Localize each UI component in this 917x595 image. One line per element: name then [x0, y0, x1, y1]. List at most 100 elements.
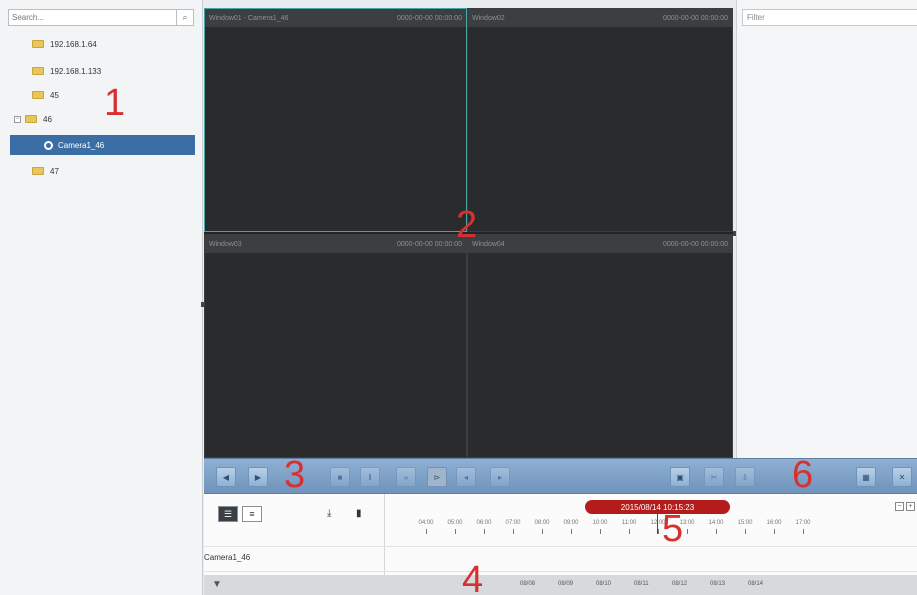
slow-icon[interactable]: ‖	[360, 467, 380, 487]
clip-icon[interactable]: ✂	[704, 467, 724, 487]
timeline-mode-button[interactable]: ☰	[218, 506, 238, 522]
frame-forward-icon[interactable]: ▸	[490, 467, 510, 487]
play-icon[interactable]: ▶	[248, 467, 268, 487]
single-frame-icon[interactable]: ⊳	[427, 467, 447, 487]
hour-label: 08:00	[534, 520, 550, 526]
bookmark-icon[interactable]: ▮	[356, 508, 362, 519]
collapse-icon[interactable]: −	[14, 115, 21, 123]
video-window-2[interactable]: Window02 0000-00-00 00:00:00	[467, 8, 733, 232]
date-label[interactable]: 08/09	[558, 581, 573, 587]
video-window-3[interactable]: Window03 0000-00-00 00:00:00	[204, 234, 467, 458]
annotation-marker-5: 5	[662, 508, 684, 550]
device-tree-panel: ⌕ 192.168.1.64 192.168.1.133 45 − 46 Cam…	[0, 0, 203, 595]
annotation-marker-1: 1	[104, 82, 126, 124]
playback-toolbar: ◀ ▶ 3 ■ ‖ » ⊳ ◂ ▸ ▣ ✂ ⇩ 6 ▦ ✕	[204, 454, 917, 496]
zoom-out-icon[interactable]: −	[895, 502, 904, 511]
hour-label: 06:00	[476, 520, 492, 526]
tree-item-device-3[interactable]: 45	[32, 86, 59, 104]
hour-tick	[629, 529, 630, 534]
tree-item-device-2[interactable]: 192.168.1.133	[32, 62, 101, 80]
hour-tick	[658, 529, 659, 534]
search-input[interactable]	[9, 10, 176, 25]
hour-label: 09:00	[563, 520, 579, 526]
search-icon[interactable]: ⌕	[176, 10, 193, 25]
date-bar: ▼ 08/08 08/09 08/10 08/11 08/12 08/13 08…	[204, 561, 917, 595]
window-title: Window02	[472, 14, 505, 22]
window-title-bar: Window01 - Camera1_46 0000-00-00 00:00:0…	[205, 9, 466, 27]
hour-tick	[542, 529, 543, 534]
folder-icon	[32, 40, 44, 48]
date-label[interactable]: 08/13	[710, 581, 725, 587]
close-icon[interactable]: ✕	[892, 467, 912, 487]
frame-back-icon[interactable]: ◂	[456, 467, 476, 487]
tree-item-label: 192.168.1.64	[50, 39, 97, 49]
hour-label: 16:00	[766, 520, 782, 526]
annotation-marker-6: 6	[792, 454, 814, 496]
folder-icon	[32, 67, 44, 75]
tree-item-label: 45	[50, 90, 59, 100]
folder-icon	[32, 91, 44, 99]
hour-label: 11:00	[621, 520, 637, 526]
hour-tick	[803, 529, 804, 534]
date-label[interactable]: 08/12	[672, 581, 687, 587]
tree-item-device-1[interactable]: 192.168.1.64	[32, 35, 97, 53]
tree-item-label: 192.168.1.133	[50, 66, 102, 76]
annotation-marker-4: 4	[462, 559, 484, 595]
window-title: Window01 - Camera1_46	[209, 14, 289, 22]
capture-icon[interactable]: ▣	[670, 467, 690, 487]
date-label[interactable]: 08/08	[520, 581, 535, 587]
annotation-marker-3: 3	[284, 454, 306, 496]
hour-label: 05:00	[447, 520, 463, 526]
hour-label: 14:00	[708, 520, 724, 526]
rewind-icon[interactable]: ◀	[216, 467, 236, 487]
annotation-marker-2: 2	[456, 204, 478, 246]
date-label[interactable]: 08/14	[748, 581, 763, 587]
hour-tick	[484, 529, 485, 534]
playback-window: ⌕ 192.168.1.64 192.168.1.133 45 − 46 Cam…	[0, 0, 917, 595]
list-mode-button[interactable]: ≡	[242, 506, 262, 522]
video-display-area: Window01 - Camera1_46 0000-00-00 00:00:0…	[204, 8, 733, 458]
hour-tick	[745, 529, 746, 534]
stop-icon[interactable]: ■	[330, 467, 350, 487]
window-title-bar: Window03 0000-00-00 00:00:00	[205, 235, 466, 253]
filter-icon[interactable]: ▼	[212, 579, 222, 590]
layout-icon[interactable]: ▦	[856, 467, 876, 487]
zoom-in-icon[interactable]: +	[906, 502, 915, 511]
folder-icon	[32, 167, 44, 175]
hour-tick	[513, 529, 514, 534]
date-label[interactable]: 08/11	[634, 581, 649, 587]
video-window-4[interactable]: Window04 0000-00-00 00:00:00	[467, 234, 733, 458]
hour-label: 10:00	[592, 520, 608, 526]
window-title-bar: Window04 0000-00-00 00:00:00	[468, 235, 732, 253]
video-window-1[interactable]: Window01 - Camera1_46 0000-00-00 00:00:0…	[204, 8, 467, 232]
hour-tick	[600, 529, 601, 534]
hour-label: 04:00	[418, 520, 434, 526]
tree-item-device-5[interactable]: 47	[32, 162, 59, 180]
fast-icon[interactable]: »	[396, 467, 416, 487]
right-panel: Filter	[736, 0, 917, 458]
timeline-panel: ☰ ≡ ⤓ ▮ Camera1_46 2015/08/14 10:15:23 0…	[204, 494, 917, 595]
window-time: 0000-00-00 00:00:00	[397, 240, 462, 248]
hour-label: 17:00	[795, 520, 811, 526]
hour-tick	[571, 529, 572, 534]
tree-item-label: 47	[50, 166, 59, 176]
tree-item-device-4[interactable]: − 46	[14, 110, 52, 128]
filter-input[interactable]: Filter	[742, 9, 917, 26]
download-icon[interactable]: ⇩	[735, 467, 755, 487]
hour-tick	[716, 529, 717, 534]
window-time: 0000-00-00 00:00:00	[663, 240, 728, 248]
folder-icon	[25, 115, 37, 123]
download-icon[interactable]: ⤓	[327, 508, 331, 519]
tree-item-label: 46	[43, 114, 52, 124]
camera-icon	[44, 140, 53, 150]
timeline-camera-row[interactable]	[204, 546, 917, 572]
tree-item-label: Camera1_46	[58, 140, 105, 150]
date-label[interactable]: 08/10	[596, 581, 611, 587]
tree-item-camera[interactable]: Camera1_46	[10, 135, 195, 155]
window-title-bar: Window02 0000-00-00 00:00:00	[468, 9, 732, 27]
hour-label: 15:00	[737, 520, 753, 526]
hour-label: 07:00	[505, 520, 521, 526]
hour-tick	[687, 529, 688, 534]
current-time-badge: 2015/08/14 10:15:23	[585, 500, 730, 514]
hour-tick	[426, 529, 427, 534]
